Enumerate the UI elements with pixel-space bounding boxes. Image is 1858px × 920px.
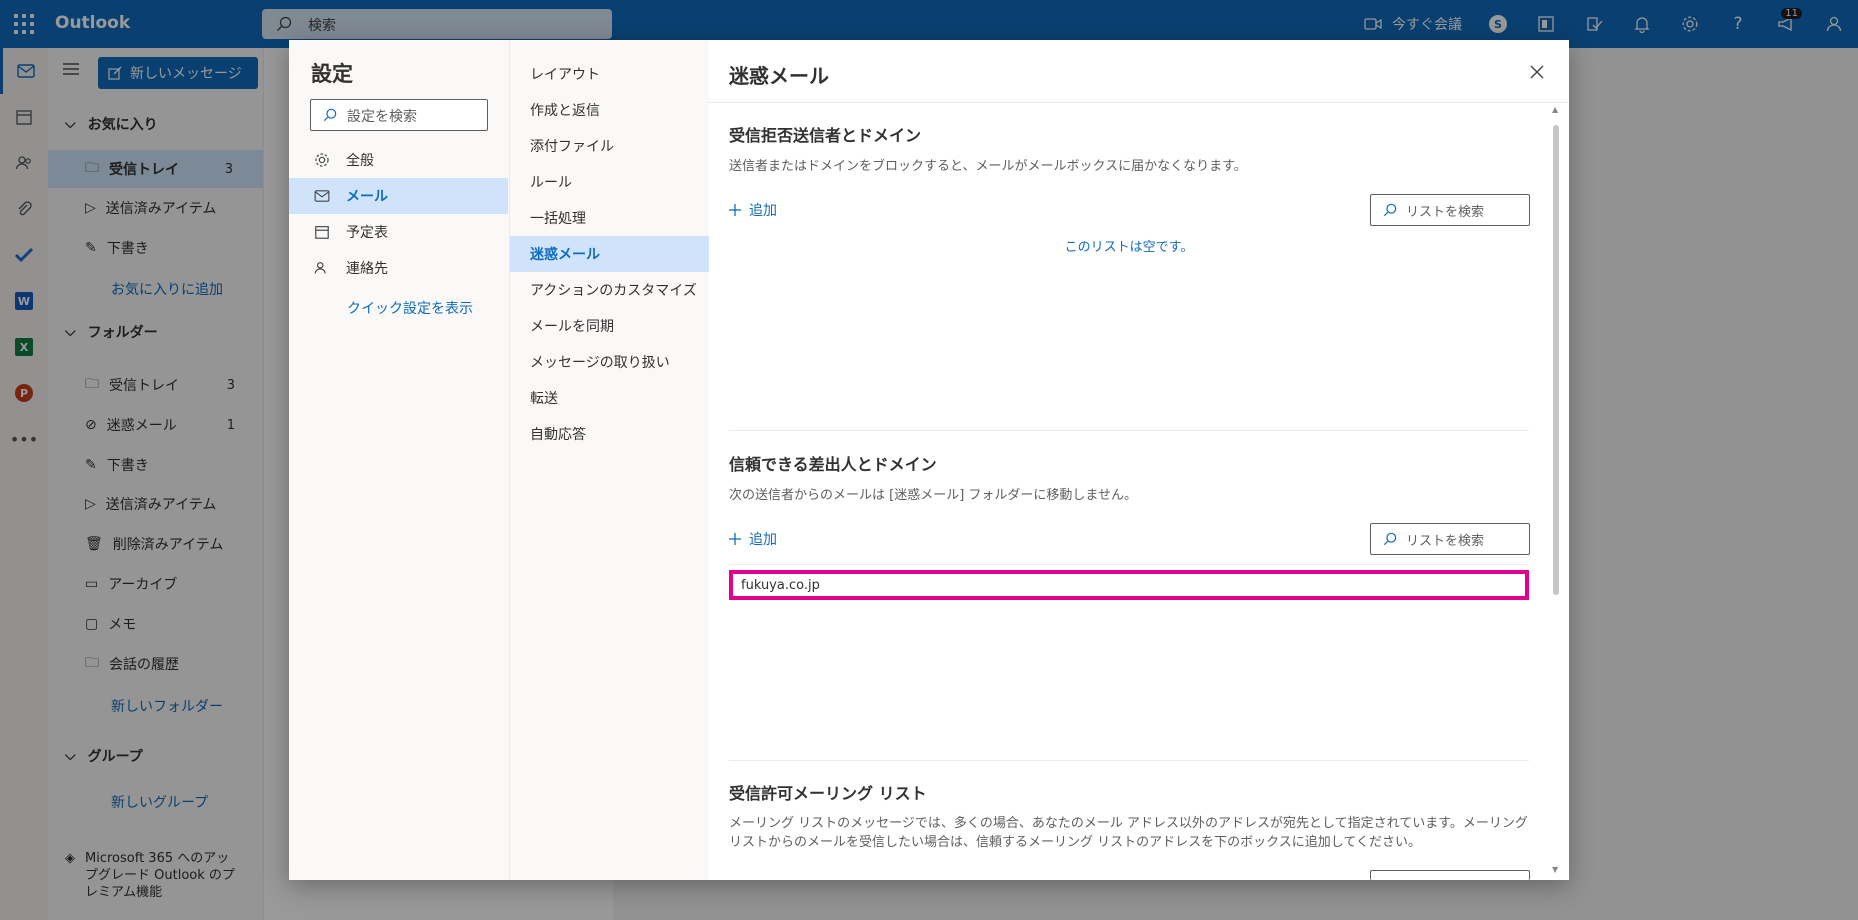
mailing-list-search[interactable]	[1370, 870, 1530, 880]
sub-junk-email[interactable]: 迷惑メール	[510, 236, 709, 272]
category-calendar[interactable]: 予定表	[289, 214, 508, 250]
list-search-placeholder: リストを検索	[1406, 205, 1485, 220]
sub-sync-email[interactable]: メールを同期	[510, 308, 709, 344]
sub-customize-actions[interactable]: アクションのカスタマイズ	[510, 272, 709, 308]
safe-list-search[interactable]: リストを検索	[1370, 523, 1530, 555]
search-icon	[323, 108, 337, 126]
junk-email-pane: 迷惑メール 受信拒否送信者とドメイン 送信者またはドメインをブロックすると、メー…	[709, 40, 1569, 880]
search-icon	[1383, 203, 1397, 221]
list-search-placeholder: リストを検索	[1406, 534, 1485, 549]
safe-senders-desc: 次の送信者からのメールは [迷惑メール] フォルダーに移動しません。	[729, 488, 1138, 503]
scroll-thumb[interactable]	[1553, 125, 1559, 595]
category-people[interactable]: 連絡先	[289, 250, 508, 286]
divider	[729, 760, 1529, 761]
sub-layout[interactable]: レイアウト	[510, 56, 709, 92]
settings-dialog: 設定 設定を検索 全般 メール 予定表 連絡先 クイック設定を表示 レイアウト …	[289, 40, 1569, 880]
gear-icon	[315, 153, 329, 167]
settings-search-input[interactable]: 設定を検索	[310, 99, 488, 131]
safe-senders-title: 信頼できる差出人とドメイン	[729, 455, 937, 474]
plus-icon	[729, 533, 741, 545]
sub-message-handling[interactable]: メッセージの取り扱い	[510, 344, 709, 380]
close-icon	[1530, 65, 1544, 79]
mail-subcategories: レイアウト 作成と返信 添付ファイル ルール 一括処理 迷惑メール アクションの…	[509, 40, 709, 880]
plus-icon	[729, 204, 741, 216]
sub-compose[interactable]: 作成と返信	[510, 92, 709, 128]
scroll-down-icon[interactable]: ▼	[1552, 865, 1558, 874]
people-icon	[314, 262, 326, 274]
close-button[interactable]	[1525, 60, 1549, 84]
divider	[729, 430, 1529, 431]
empty-list-message: このリストは空です。	[1064, 240, 1194, 255]
safe-mailing-lists-desc: メーリング リストのメッセージでは、多くの場合、あなたのメール アドレス以外のア…	[729, 816, 1528, 850]
scroll-up-icon[interactable]: ▲	[1552, 105, 1558, 114]
divider	[709, 102, 1569, 103]
quick-settings-link[interactable]: クイック設定を表示	[347, 298, 473, 318]
category-mail[interactable]: メール	[289, 178, 508, 214]
pane-title: 迷惑メール	[729, 64, 829, 88]
safe-mailing-lists-title: 受信許可メーリング リスト	[729, 784, 927, 803]
search-icon	[1383, 532, 1397, 550]
settings-search-placeholder: 設定を検索	[347, 109, 417, 125]
pane-scrollbar[interactable]: ▲ ▼	[1551, 105, 1561, 875]
settings-title: 設定	[311, 62, 353, 86]
divider	[729, 564, 1529, 565]
sub-forwarding[interactable]: 転送	[510, 380, 709, 416]
mail-icon	[314, 190, 330, 202]
sub-attachments[interactable]: 添付ファイル	[510, 128, 709, 164]
calendar-icon	[315, 226, 329, 239]
settings-categories: 設定 設定を検索 全般 メール 予定表 連絡先 クイック設定を表示	[289, 40, 509, 880]
sub-sweep[interactable]: 一括処理	[510, 200, 709, 236]
category-general[interactable]: 全般	[289, 142, 508, 178]
blocked-list-search[interactable]: リストを検索	[1370, 194, 1530, 226]
sub-automatic-replies[interactable]: 自動応答	[510, 416, 709, 452]
add-blocked-button[interactable]: 追加	[729, 200, 777, 220]
blocked-senders-title: 受信拒否送信者とドメイン	[729, 126, 922, 145]
add-safe-sender-button[interactable]: 追加	[729, 529, 777, 549]
safe-sender-entry[interactable]: fukuya.co.jp	[729, 570, 1529, 600]
blocked-senders-desc: 送信者またはドメインをブロックすると、メールがメールボックスに届かなくなります。	[729, 159, 1247, 174]
sub-rules[interactable]: ルール	[510, 164, 709, 200]
